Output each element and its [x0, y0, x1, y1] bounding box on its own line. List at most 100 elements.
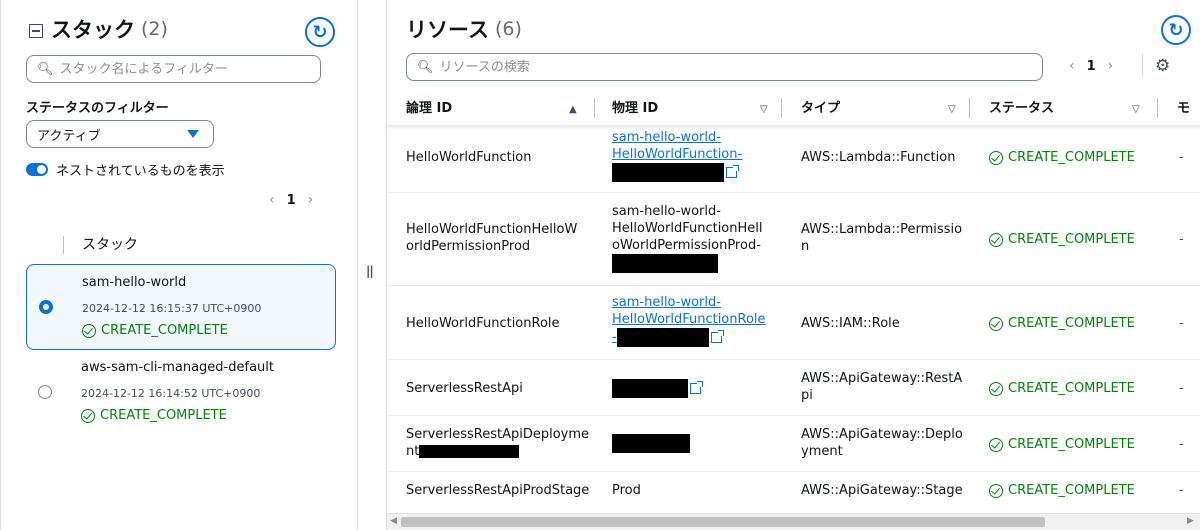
stack-column-header: スタック	[63, 236, 138, 254]
stack-radio-selected[interactable]	[39, 300, 53, 314]
scroll-right-icon[interactable]: ▶	[1187, 516, 1194, 526]
resources-table-header: 論理 ID ▲ 物理 ID ▽ タイプ ▽ ステータス ▽ モ	[387, 92, 1200, 126]
stack-filter-search[interactable]: 🔍︎	[26, 55, 321, 83]
stack-item-sam-hello-world[interactable]: sam-hello-world 2024-12-12 16:15:37 UTC+…	[26, 264, 336, 350]
redacted-block	[612, 434, 690, 453]
resource-type: AWS::ApiGateway::Stage	[801, 483, 963, 498]
table-row: ServerlessRestApi AWS::ApiGateway::RestA…	[387, 360, 1200, 416]
resources-count: (6)	[494, 18, 522, 40]
stack-status: CREATE_COMPLETE	[82, 323, 228, 338]
physical-id-link[interactable]: HelloWorldFunction-	[612, 147, 742, 162]
resource-status: CREATE_COMPLETE	[989, 149, 1135, 166]
external-link-icon[interactable]	[710, 330, 724, 343]
resources-header: リソース (6)	[406, 14, 522, 44]
refresh-icon: ↻	[1168, 19, 1184, 41]
col-physical-id-label: 物理 ID	[612, 101, 659, 116]
resource-search-input[interactable]	[439, 59, 1042, 75]
resource-search[interactable]: 🔍︎	[406, 53, 1043, 81]
col-physical-id[interactable]: 物理 ID ▽	[612, 100, 782, 118]
resource-status-text: CREATE_COMPLETE	[1008, 437, 1135, 452]
sort-desc-icon[interactable]: ▽	[1132, 101, 1140, 119]
col-logical-id[interactable]: 論理 ID ▲	[406, 100, 596, 118]
stacks-refresh-button[interactable]: ↻	[305, 17, 335, 47]
external-link-icon[interactable]	[690, 381, 703, 394]
external-link-icon[interactable]	[726, 165, 739, 178]
search-icon: 🔍︎	[37, 61, 54, 77]
col-status[interactable]: ステータス ▽	[989, 100, 1149, 118]
scrollbar-thumb[interactable]	[401, 517, 1045, 527]
physical-id	[612, 434, 690, 453]
resources-refresh-button[interactable]: ↻	[1161, 15, 1191, 45]
logical-id: HelloWorldFunctionHelloW orldPermissionP…	[406, 221, 577, 255]
physical-id-line: oWorldPermissionProd-	[612, 238, 761, 253]
resource-status-text: CREATE_COMPLETE	[1008, 381, 1135, 396]
check-circle-icon	[989, 316, 1003, 331]
logical-id-line: ServerlessRestApiDeployme	[406, 427, 590, 442]
check-circle-icon	[989, 483, 1003, 498]
resources-page-number[interactable]: 1	[1081, 59, 1102, 74]
resource-type-line: AWS::ApiGateway::Deplo	[801, 427, 963, 442]
collapse-icon[interactable]	[29, 24, 43, 38]
resource-type-line: n	[801, 239, 810, 254]
physical-id[interactable]: sam-hello-world- HelloWorldFunction-	[612, 129, 742, 182]
stack-radio[interactable]	[38, 385, 52, 399]
stack-name: sam-hello-world	[82, 275, 187, 290]
physical-id: sam-hello-world- HelloWorldFunctionHell …	[612, 203, 763, 273]
physical-id-link[interactable]: sam-hello-world-	[612, 130, 721, 145]
redacted-block	[612, 379, 688, 398]
physical-id-line: HelloWorldFunctionHell	[612, 221, 763, 236]
stack-status-text: CREATE_COMPLETE	[100, 408, 227, 423]
extra-cell: -	[1179, 483, 1184, 498]
chevron-right-icon[interactable]: ›	[1102, 58, 1120, 74]
stacks-count: (2)	[141, 18, 168, 40]
panel-splitter[interactable]: ||	[358, 0, 386, 530]
extra-cell: -	[1179, 381, 1184, 396]
stacks-panel: スタック (2) ↻ 🔍︎ ステータスのフィルター アクティブ ネストされている…	[0, 0, 358, 530]
nested-toggle-label: ネストされているものを表示	[56, 164, 225, 179]
resource-status-text: CREATE_COMPLETE	[1008, 316, 1135, 331]
table-row: ServerlessRestApiDeployme nt AWS::ApiGat…	[387, 416, 1200, 472]
resource-status: CREATE_COMPLETE	[989, 436, 1135, 453]
physical-id-link[interactable]: sam-hello-world-	[612, 295, 721, 310]
col-extra-label: モ	[1177, 101, 1191, 116]
logical-id-line: orldPermissionProd	[406, 239, 531, 254]
chevron-left-icon[interactable]: ‹	[1063, 58, 1081, 74]
divider	[1142, 54, 1143, 78]
splitter-handle-icon[interactable]: ||	[366, 264, 374, 278]
nested-toggle[interactable]	[26, 163, 48, 176]
resource-status: CREATE_COMPLETE	[989, 482, 1135, 499]
physical-id[interactable]: sam-hello-world- HelloWorldFunctionRole …	[612, 294, 766, 347]
logical-id: HelloWorldFunctionRole	[406, 316, 560, 331]
extra-cell: -	[1179, 316, 1184, 331]
stacks-page-number[interactable]: 1	[281, 193, 302, 208]
col-type[interactable]: タイプ ▽	[801, 100, 971, 118]
table-row: HelloWorldFunctionRole sam-hello-world- …	[387, 286, 1200, 360]
status-filter-select[interactable]: アクティブ	[26, 120, 214, 148]
column-divider	[781, 98, 782, 118]
sort-desc-icon[interactable]: ▽	[760, 101, 768, 119]
scroll-left-icon[interactable]: ◀	[390, 516, 397, 526]
table-row: HelloWorldFunctionHelloW orldPermissionP…	[387, 193, 1200, 286]
physical-id-link[interactable]: HelloWorldFunctionRole	[612, 312, 766, 327]
logical-id-line: HelloWorldFunctionHelloW	[406, 222, 578, 237]
column-divider	[969, 98, 970, 118]
col-extra[interactable]: モ	[1177, 100, 1190, 118]
sort-asc-icon[interactable]: ▲	[569, 101, 577, 119]
horizontal-scrollbar[interactable]: ◀ ▶	[387, 513, 1200, 530]
caret-down-icon	[187, 130, 199, 138]
nested-toggle-row: ネストされているものを表示	[26, 160, 225, 179]
status-filter-label: ステータスのフィルター	[26, 101, 169, 116]
stack-date: 2024-12-12 16:14:52 UTC+0900	[81, 387, 261, 400]
table-row: HelloWorldFunction sam-hello-world- Hell…	[387, 127, 1200, 193]
chevron-right-icon[interactable]: ›	[302, 192, 320, 208]
settings-gear-icon[interactable]: ⚙	[1155, 56, 1170, 76]
resource-type-line: pi	[801, 388, 813, 403]
chevron-left-icon[interactable]: ‹	[263, 192, 281, 208]
physical-id[interactable]	[612, 379, 703, 398]
stack-item-aws-sam-cli-managed-default[interactable]: aws-sam-cli-managed-default 2024-12-12 1…	[26, 350, 336, 436]
resource-status: CREATE_COMPLETE	[989, 315, 1135, 332]
stack-filter-input[interactable]	[59, 61, 320, 77]
sort-desc-icon[interactable]: ▽	[948, 101, 956, 119]
status-filter-value: アクティブ	[37, 128, 101, 144]
stack-status: CREATE_COMPLETE	[81, 408, 227, 423]
